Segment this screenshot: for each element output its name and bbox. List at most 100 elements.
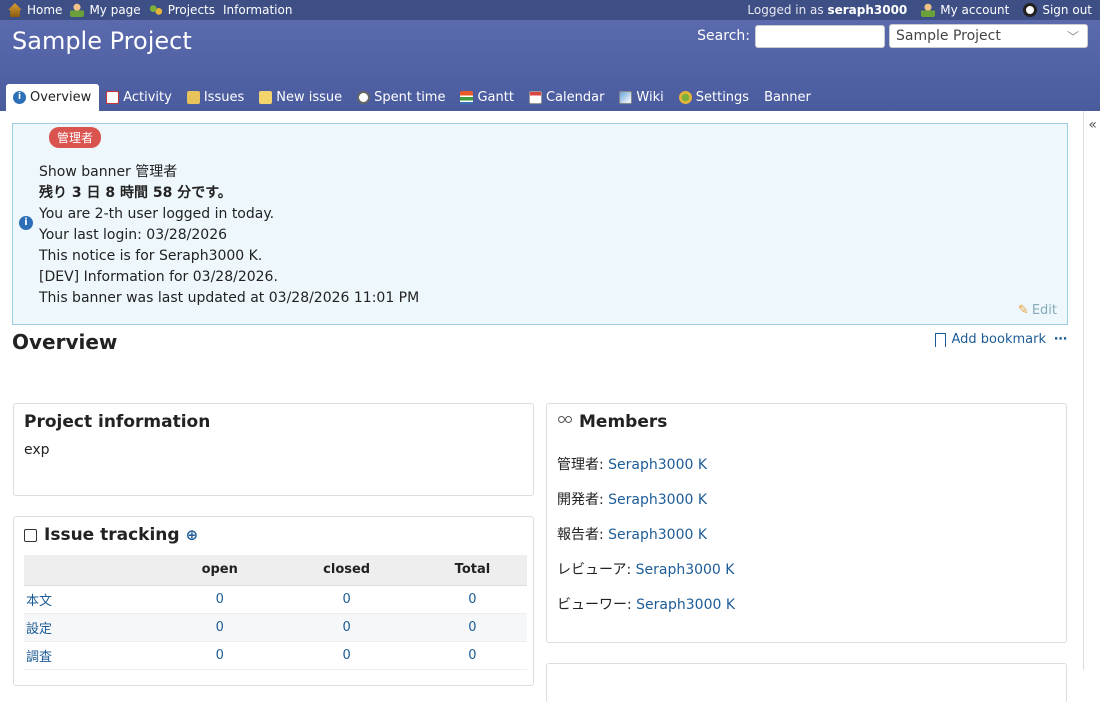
- open-count-link[interactable]: 0: [216, 648, 224, 663]
- table-row: 設定 0 0 0: [24, 613, 527, 642]
- banner-line: This notice is for Seraph3000 K.: [39, 248, 263, 264]
- logged-in-as: Logged in as seraph3000: [747, 3, 907, 17]
- projects-icon: [148, 3, 163, 17]
- sticky-note-icon: [24, 528, 37, 542]
- add-bookmark-link[interactable]: Add bookmark: [952, 332, 1047, 347]
- member-link[interactable]: Seraph3000 K: [636, 597, 735, 613]
- chevron-down-icon: ﹀: [1066, 30, 1079, 44]
- tab-gantt[interactable]: Gantt: [453, 84, 521, 111]
- member-link[interactable]: Seraph3000 K: [608, 457, 707, 473]
- table-header-row: open closed Total: [24, 555, 527, 586]
- column-header-open: open: [164, 555, 276, 586]
- member-role: 開発者:: [557, 492, 609, 508]
- tab-issues[interactable]: Issues: [180, 84, 252, 111]
- zoom-in-icon[interactable]: ⊕: [186, 526, 199, 544]
- column-header-tracker: [24, 555, 164, 586]
- settings-icon: [678, 91, 692, 104]
- members-header: Members: [557, 412, 1056, 432]
- closed-count-link[interactable]: 0: [343, 592, 351, 607]
- member-role: ビューワー:: [557, 597, 637, 613]
- top-menu-information-label: Information: [223, 3, 293, 17]
- tracker-link[interactable]: 調査: [26, 650, 52, 665]
- total-count-link[interactable]: 0: [468, 620, 476, 635]
- search-label: Search:: [697, 28, 750, 44]
- project-description: exp: [24, 442, 50, 458]
- issue-tracking-header: Issue tracking ⊕: [24, 525, 523, 545]
- tracker-link[interactable]: 本文: [26, 594, 52, 609]
- account-icon: [921, 3, 936, 17]
- tab-issues-label: Issues: [203, 90, 245, 105]
- banner-text: Show banner 管理者 残り 3 日 8 時間 58 分です。 You …: [39, 162, 419, 309]
- member-role: 管理者:: [557, 457, 609, 473]
- top-menu-my-page[interactable]: My page: [70, 3, 141, 17]
- role-badge: 管理者: [49, 127, 102, 148]
- activity-icon: [106, 91, 120, 104]
- content: 管理者 i Show banner 管理者 残り 3 日 8 時間 58 分です…: [12, 111, 1068, 703]
- members-icon: [557, 416, 573, 428]
- member-row: 開発者: Seraph3000 K: [557, 489, 1056, 511]
- project-jump-value: Sample Project: [896, 28, 1001, 44]
- column-header-closed: closed: [275, 555, 418, 586]
- tab-calendar-label: Calendar: [545, 90, 605, 105]
- tab-overview-label: Overview: [30, 90, 92, 105]
- clock-icon: [357, 91, 371, 104]
- banner-line: [DEV] Information for 03/28/2026.: [39, 269, 278, 285]
- project-title[interactable]: Sample Project: [12, 27, 192, 55]
- top-menu-projects-label: Projects: [167, 3, 215, 17]
- table-row: 本文 0 0 0: [24, 585, 527, 614]
- home-icon: [8, 3, 22, 17]
- banner-edit-link[interactable]: ✎ Edit: [1018, 303, 1057, 318]
- closed-count-link[interactable]: 0: [343, 648, 351, 663]
- project-banner: 管理者 i Show banner 管理者 残り 3 日 8 時間 58 分です…: [12, 123, 1068, 325]
- banner-line: Your last login: 03/28/2026: [39, 227, 228, 243]
- table-row: 調査 0 0 0: [24, 641, 527, 670]
- closed-count-link[interactable]: 0: [343, 620, 351, 635]
- top-menu-projects[interactable]: Projects: [148, 3, 215, 17]
- total-count-link[interactable]: 0: [468, 592, 476, 607]
- logged-in-username[interactable]: seraph3000: [827, 3, 907, 17]
- next-box-partial: [546, 663, 1067, 703]
- tab-new-issue-label: New issue: [276, 90, 343, 105]
- top-menu-my-page-label: My page: [89, 3, 141, 17]
- tab-calendar[interactable]: Calendar: [522, 84, 612, 111]
- my-account-link[interactable]: My account: [921, 3, 1009, 17]
- banner-line: This banner was last updated at 03/28/20…: [39, 290, 420, 306]
- tab-gantt-label: Gantt: [477, 90, 514, 105]
- more-actions-icon[interactable]: ⋯: [1054, 332, 1068, 347]
- project-jump-select[interactable]: Sample Project ﹀: [889, 24, 1088, 48]
- banner-line: You are 2-th user logged in today.: [39, 206, 275, 222]
- project-information-box: Project information exp: [13, 403, 534, 496]
- top-menu-information[interactable]: Information: [223, 3, 292, 17]
- sidebar-toggle-icon[interactable]: «: [1088, 117, 1097, 133]
- total-count-link[interactable]: 0: [468, 648, 476, 663]
- tab-spent-time[interactable]: Spent time: [350, 84, 453, 111]
- tab-new-issue[interactable]: New issue: [252, 84, 350, 111]
- member-link[interactable]: Seraph3000 K: [636, 562, 735, 578]
- tab-wiki[interactable]: Wiki: [612, 84, 671, 111]
- gantt-icon: [460, 91, 474, 104]
- banner-line: Show banner 管理者: [39, 164, 178, 180]
- members-title: Members: [579, 412, 668, 432]
- tab-activity[interactable]: Activity: [99, 84, 180, 111]
- open-count-link[interactable]: 0: [216, 620, 224, 635]
- member-row: ビューワー: Seraph3000 K: [557, 594, 1056, 616]
- tab-wiki-label: Wiki: [636, 90, 664, 105]
- top-menu-home[interactable]: Home: [8, 3, 62, 17]
- my-account-label: My account: [940, 3, 1010, 17]
- tab-banner[interactable]: Banner: [757, 84, 819, 111]
- tracker-link[interactable]: 設定: [26, 622, 52, 637]
- member-link[interactable]: Seraph3000 K: [608, 492, 707, 508]
- members-box: Members 管理者: Seraph3000 K 開発者: Seraph300…: [546, 403, 1067, 643]
- main-menu: i Overview Activity Issues New issue Spen…: [6, 84, 819, 111]
- tab-settings[interactable]: Settings: [672, 84, 757, 111]
- tab-overview[interactable]: i Overview: [6, 84, 100, 111]
- member-link[interactable]: Seraph3000 K: [608, 527, 707, 543]
- search-input[interactable]: [755, 24, 885, 48]
- member-row: レビューア: Seraph3000 K: [557, 559, 1056, 581]
- member-role: レビューア:: [557, 562, 636, 578]
- calendar-icon: [528, 91, 542, 104]
- tab-activity-label: Activity: [123, 90, 172, 105]
- top-menu: Home My page Projects Information Logged…: [0, 0, 1100, 20]
- open-count-link[interactable]: 0: [216, 592, 224, 607]
- sign-out-link[interactable]: Sign out: [1023, 3, 1092, 17]
